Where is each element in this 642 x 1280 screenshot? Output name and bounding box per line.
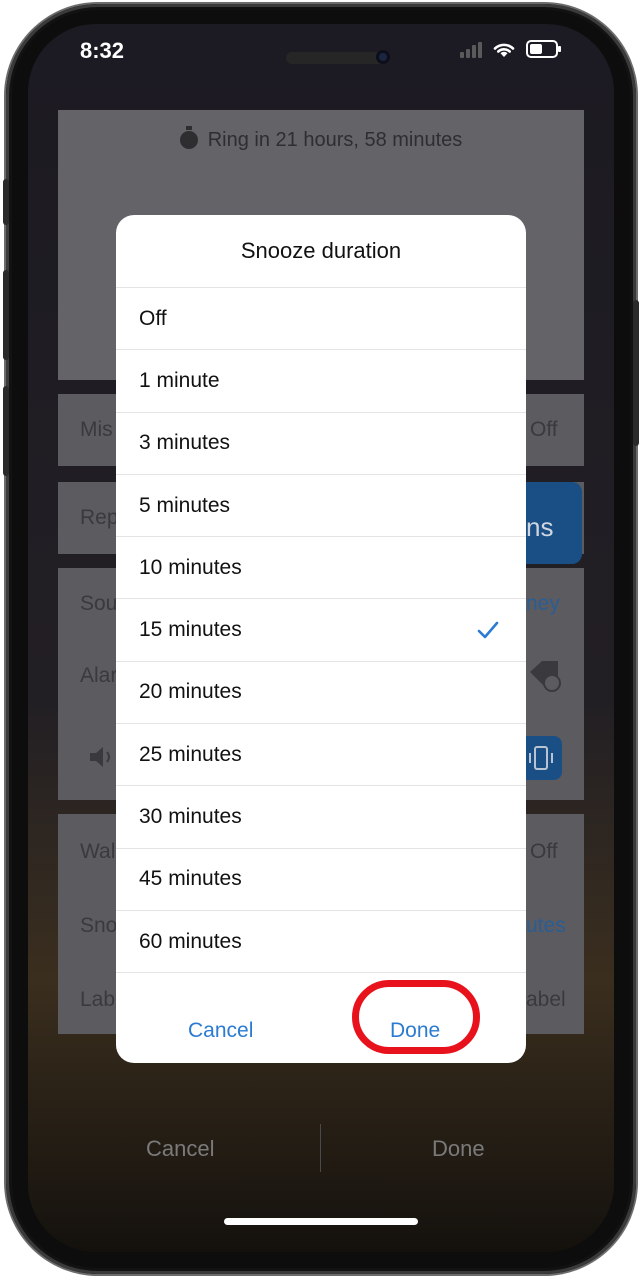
bottom-divider <box>320 1124 321 1172</box>
snooze-option[interactable]: 30 minutes <box>116 786 526 849</box>
snooze-option-label: 15 minutes <box>139 618 242 642</box>
home-indicator <box>224 1218 418 1225</box>
bottom-cancel-button: Cancel <box>146 1136 215 1161</box>
bg-row-value: Off <box>530 840 558 863</box>
snooze-duration-dialog: Snooze duration Off 1 minute 3 minutes 5 mi… <box>116 215 526 1063</box>
front-camera <box>376 50 390 64</box>
ring-in-row: Ring in 21 hours, 58 minutes <box>58 110 584 170</box>
bg-row-value: utes <box>526 914 566 937</box>
bg-row-value: ns <box>526 512 554 542</box>
snooze-option-label: 3 minutes <box>139 431 231 455</box>
cellular-signal-icon <box>460 40 482 58</box>
snooze-option[interactable]: 60 minutes <box>116 911 526 974</box>
dialog-title: Snooze duration <box>116 215 526 288</box>
snooze-option[interactable]: Off <box>116 288 526 351</box>
snooze-option-label: 45 minutes <box>139 867 242 891</box>
bg-row-value: ney <box>526 592 560 615</box>
snooze-option-label: 30 minutes <box>139 805 242 829</box>
bg-row-label: Sno <box>80 914 118 937</box>
snooze-option-label: 1 minute <box>139 368 220 392</box>
earpiece-speaker <box>286 52 386 64</box>
snooze-option-label: Off <box>139 306 167 330</box>
mute-switch <box>3 179 9 225</box>
snooze-option[interactable]: 15 minutes <box>116 599 526 662</box>
snooze-option-label: 10 minutes <box>139 555 242 579</box>
snooze-options-list: Off 1 minute 3 minutes 5 minutes 10 minutes 1… <box>116 288 526 974</box>
bg-row-value: abel <box>526 988 566 1011</box>
snooze-option-label: 5 minutes <box>139 493 231 517</box>
bg-row-label: Rep <box>80 506 119 529</box>
volume-up-button <box>3 270 9 360</box>
snooze-option-label: 60 minutes <box>139 929 242 953</box>
snooze-option[interactable]: 5 minutes <box>116 475 526 538</box>
snooze-option[interactable]: 1 minute <box>116 350 526 413</box>
bg-row-label: Alar <box>80 664 118 687</box>
bg-row-label: Mis <box>80 418 113 441</box>
bg-row-value: Off <box>530 418 558 441</box>
ring-in-text: Ring in 21 hours, 58 minutes <box>207 128 463 151</box>
volume-down-button <box>3 386 9 476</box>
snooze-option[interactable]: 25 minutes <box>116 724 526 787</box>
bg-row-label: Sou <box>80 592 118 615</box>
stopwatch-icon <box>179 126 198 149</box>
checkmark-icon <box>477 621 499 639</box>
bg-row-label: Lab <box>80 988 116 1011</box>
bg-row-label: Wal <box>80 840 116 863</box>
snooze-option-label: 20 minutes <box>139 680 242 704</box>
vibrate-icon <box>529 746 553 770</box>
battery-icon <box>526 40 561 58</box>
status-icons <box>460 40 561 58</box>
bottom-action-bar: Cancel Done <box>28 1100 614 1200</box>
snooze-option-label: 25 minutes <box>139 742 242 766</box>
snooze-option[interactable]: 10 minutes <box>116 537 526 600</box>
snooze-option[interactable]: 20 minutes <box>116 662 526 725</box>
tag-icon <box>530 661 561 692</box>
power-button <box>633 300 639 446</box>
dialog-cancel-button[interactable]: Cancel <box>188 1019 253 1043</box>
snooze-option[interactable]: 3 minutes <box>116 413 526 475</box>
speaker-icon <box>90 747 110 767</box>
snooze-option[interactable]: 45 minutes <box>116 849 526 911</box>
done-highlight-circle <box>352 980 480 1054</box>
status-time: 8:32 <box>80 38 125 63</box>
wifi-icon <box>493 43 515 57</box>
bottom-done-button: Done <box>432 1136 485 1161</box>
